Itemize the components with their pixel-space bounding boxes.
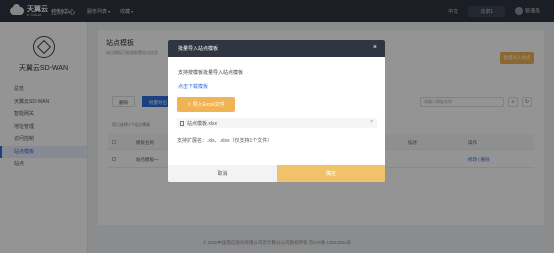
confirm-button[interactable]: 确定: [277, 165, 385, 182]
upload-excel-button[interactable]: ⇪ 导入Excel文件: [177, 97, 235, 112]
modal-title: 批量导入站点模板: [178, 46, 219, 52]
support-text: 支持按模板批量导入站点模板: [178, 70, 244, 76]
cancel-button[interactable]: 取消: [168, 165, 277, 182]
modal-footer: 取消 确定: [168, 165, 385, 182]
extension-hint: 支持扩展名：.xls、.xlsx（仅支持1个文件）: [177, 138, 273, 144]
close-icon[interactable]: ×: [373, 44, 377, 52]
modal-header: 批量导入站点模板 ×: [168, 40, 385, 57]
remove-file-icon[interactable]: ×: [370, 119, 373, 125]
file-name: 站点模板.xlsx: [187, 120, 218, 127]
import-modal: 批量导入站点模板 × 支持按模板批量导入站点模板 点击下载模板 ⇪ 导入Exce…: [168, 40, 385, 182]
file-icon: [180, 120, 184, 126]
uploaded-file: 站点模板.xlsx ×: [177, 118, 377, 128]
download-template-link[interactable]: 点击下载模板: [178, 83, 208, 90]
